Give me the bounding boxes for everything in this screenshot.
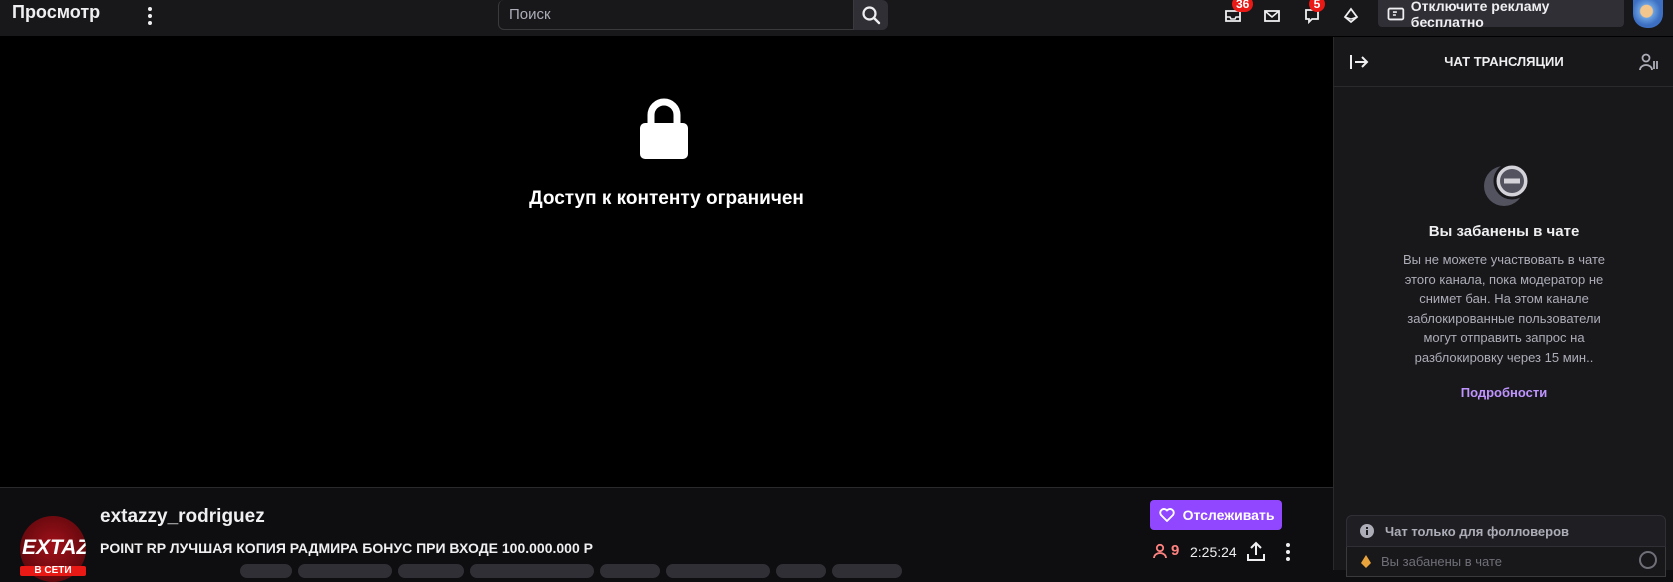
tag-chip[interactable] — [470, 564, 594, 578]
chat-input[interactable]: Вы забанены в чате — [1346, 547, 1666, 577]
emote-icon[interactable] — [1639, 551, 1657, 569]
tag-chip[interactable] — [398, 564, 464, 578]
chat-header: ЧАТ ТРАНСЛЯЦИИ — [1334, 37, 1673, 87]
remove-ads-button[interactable]: Отключите рекламу бесплатно — [1378, 0, 1624, 30]
whispers-button[interactable] — [1257, 2, 1287, 30]
details-link[interactable]: Подробности — [1334, 385, 1673, 400]
info-icon — [1360, 524, 1374, 538]
chat-input-placeholder: Вы забанены в чате — [1381, 554, 1503, 569]
remove-ads-label: Отключите рекламу бесплатно — [1410, 0, 1550, 30]
lock-icon — [640, 98, 688, 159]
tag-chip[interactable] — [240, 564, 292, 578]
channel-info-bar: EXTAZZ В СЕТИ extazzy_rodriguez POINT RP… — [0, 487, 1333, 582]
content-restricted-message: Доступ к контенту ограничен — [529, 188, 804, 209]
live-badge: В СЕТИ — [20, 566, 86, 576]
ban-title: Вы забанены в чате — [1428, 223, 1580, 240]
bits-button[interactable] — [1336, 2, 1366, 30]
more-menu-button[interactable] — [140, 4, 160, 28]
followers-only-label: Чат только для фолловеров — [1385, 523, 1570, 539]
top-nav-bar: Просмотр Поиск 36 5 Отключите рекламу бе… — [0, 0, 1673, 37]
tag-chip[interactable] — [666, 564, 770, 578]
users-icon[interactable] — [1638, 51, 1660, 73]
tag-chip[interactable] — [776, 564, 826, 578]
notifications-button[interactable]: 5 — [1297, 0, 1327, 30]
inbox-button[interactable]: 36 — [1218, 0, 1254, 30]
search-input[interactable]: Поиск — [498, 0, 854, 30]
share-icon[interactable] — [1244, 540, 1268, 564]
follow-button[interactable]: Отслеживать — [1150, 500, 1282, 530]
person-icon — [1153, 543, 1167, 558]
channel-name[interactable]: extazzy_rodriguez — [100, 506, 265, 528]
search-icon — [862, 6, 881, 25]
followers-only-notice: Чат только для фолловеров — [1346, 515, 1666, 547]
stream-title: POINT RP ЛУЧШАЯ КОПИЯ РАДМИРА БОНУС ПРИ … — [100, 540, 593, 556]
channel-avatar-logo: EXTAZZ — [22, 536, 86, 559]
tag-chip[interactable] — [832, 564, 902, 578]
chat-title: ЧАТ ТРАНСЛЯЦИИ — [1444, 54, 1564, 69]
ad-free-icon — [1387, 7, 1405, 20]
diamond-icon — [1343, 7, 1359, 24]
chat-panel: ЧАТ ТРАНСЛЯЦИИ Вы забанены в чате Вы не … — [1333, 37, 1673, 577]
viewer-count-value: 9 — [1171, 542, 1180, 559]
user-avatar[interactable] — [1633, 0, 1663, 28]
notifications-badge: 5 — [1309, 0, 1325, 12]
stream-uptime: 2:25:24 — [1190, 544, 1237, 560]
ban-description: Вы не можете участвовать в чате этого ка… — [1402, 252, 1606, 365]
tag-chip[interactable] — [600, 564, 660, 578]
mail-icon — [1264, 10, 1280, 22]
video-player[interactable]: Доступ к контенту ограничен — [0, 37, 1333, 487]
bits-icon — [1361, 554, 1371, 568]
tag-chip[interactable] — [298, 564, 392, 578]
viewer-count: 9 — [1152, 542, 1179, 559]
follow-label: Отслеживать — [1182, 507, 1275, 523]
heart-icon — [1158, 508, 1175, 522]
ban-icon — [1484, 162, 1531, 206]
search-button[interactable] — [854, 0, 888, 30]
browse-link[interactable]: Просмотр — [12, 2, 100, 23]
channel-more-button[interactable] — [1278, 540, 1298, 564]
inbox-badge: 36 — [1232, 0, 1254, 12]
